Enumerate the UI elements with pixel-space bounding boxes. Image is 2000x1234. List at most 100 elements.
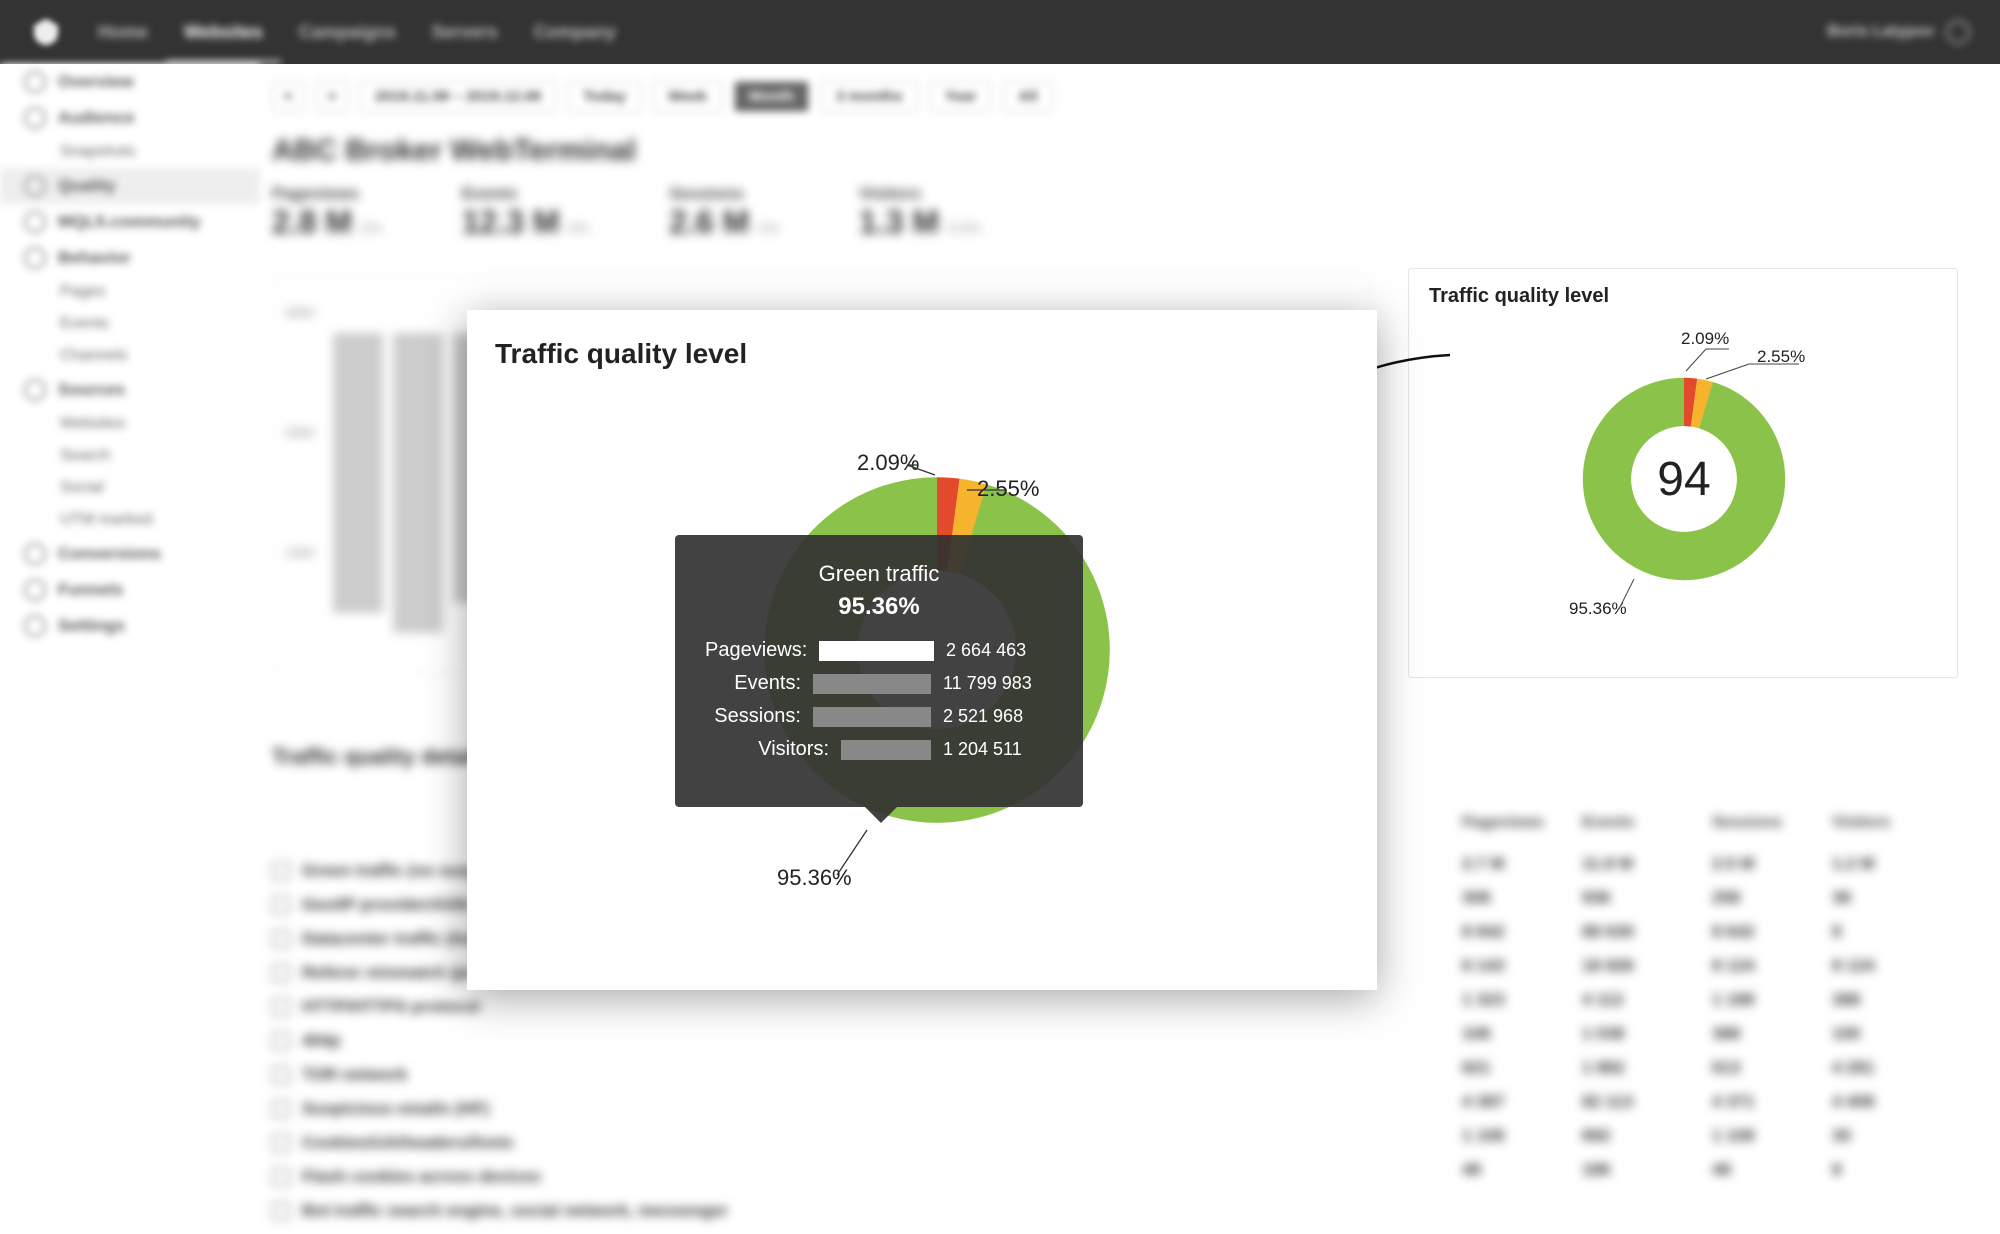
cell: 4 371 <box>1712 1092 1755 1112</box>
cell: 936 <box>1582 888 1610 908</box>
range-month[interactable]: Month <box>734 81 809 112</box>
next-button[interactable]: > <box>316 81 348 112</box>
sidebar-channels[interactable]: Channels <box>0 340 260 372</box>
table-row: Flash cookies across devices <box>272 1160 541 1194</box>
cell: 38 <box>1832 888 1851 908</box>
nav-websites[interactable]: Websites <box>166 0 281 64</box>
cell: 8 842 <box>1462 922 1505 942</box>
kpi-row: Pageviews2.8 M2% Events12.3 M4% Sessions… <box>272 184 981 241</box>
cell: 892 <box>1582 1126 1610 1146</box>
checkbox[interactable] <box>272 1066 290 1084</box>
user-menu[interactable]: Boris Latypov <box>1827 20 1970 44</box>
cell: 11.8 M <box>1582 854 1633 874</box>
sidebar-src-social[interactable]: Social <box>0 472 260 504</box>
sidebar-events[interactable]: Events <box>0 308 260 340</box>
th-sessions: Sessions <box>1712 814 1782 832</box>
cell: 4 408 <box>1832 1092 1875 1112</box>
kpi-visitors: Visitors1.3 M3.5% <box>859 184 981 241</box>
sidebar-quality[interactable]: Quality <box>0 168 260 204</box>
community-icon <box>24 211 46 233</box>
checkbox[interactable] <box>272 1032 290 1050</box>
sidebar-audience[interactable]: Audience <box>0 100 260 136</box>
user-name: Boris Latypov <box>1827 23 1934 41</box>
app-logo-icon <box>30 16 62 48</box>
cell: 18 826 <box>1582 956 1634 976</box>
cell: 8 <box>1832 1160 1841 1180</box>
cell: 8 124 <box>1712 956 1755 976</box>
sidebar-src-search[interactable]: Search <box>0 440 260 472</box>
sidebar-src-websites[interactable]: Websites <box>0 408 260 440</box>
date-toolbar: < > 2019.11.08 – 2019.12.08 Today Week M… <box>272 76 1053 116</box>
behavior-icon <box>24 247 46 269</box>
date-range[interactable]: 2019.11.08 – 2019.12.08 <box>360 81 556 112</box>
row-label: Bot traffic search engine, social networ… <box>302 1201 728 1221</box>
table-row: Cookies/UA/headers/fonts <box>272 1126 514 1160</box>
cell: 1 188 <box>1712 990 1755 1010</box>
range-year[interactable]: Year <box>930 81 992 112</box>
popup-label-green: 95.36% <box>777 865 852 891</box>
cell: 258 <box>1712 888 1740 908</box>
sidebar-settings[interactable]: Settings <box>0 608 260 644</box>
cell: 1.2 M <box>1832 854 1875 874</box>
sidebar-funnels[interactable]: Funnels <box>0 572 260 608</box>
tooltip-row-visitors: Visitors: 1 204 511 <box>705 738 1053 761</box>
row-label: Cookies/UA/headers/fonts <box>302 1133 514 1153</box>
checkbox[interactable] <box>272 1100 290 1118</box>
checkbox[interactable] <box>272 862 290 880</box>
range-today[interactable]: Today <box>568 81 641 112</box>
checkbox[interactable] <box>272 964 290 982</box>
prev-button[interactable]: < <box>272 81 304 112</box>
cell: 621 <box>1462 1058 1490 1078</box>
cell: 48 <box>1712 1160 1731 1180</box>
nav-servers[interactable]: Servers <box>414 0 516 64</box>
table-row: HTTP/HTTPS protocol <box>272 990 480 1024</box>
range-all[interactable]: All <box>1003 81 1052 112</box>
sidebar-conversions[interactable]: Conversions <box>0 536 260 572</box>
funnels-icon <box>24 579 46 601</box>
cell: 613 <box>1712 1058 1740 1078</box>
nav-home[interactable]: Home <box>80 0 166 64</box>
quality-icon <box>24 175 46 197</box>
nav-campaigns[interactable]: Campaigns <box>281 0 414 64</box>
sidebar-community[interactable]: MQL5.community <box>0 204 260 240</box>
checkbox[interactable] <box>272 896 290 914</box>
range-3months[interactable]: 3 months <box>821 81 918 112</box>
overview-icon <box>24 71 46 93</box>
cell: 4 387 <box>1462 1092 1505 1112</box>
user-avatar-icon <box>1946 20 1970 44</box>
cell: 1 038 <box>1582 1024 1625 1044</box>
nav-company[interactable]: Company <box>516 0 634 64</box>
checkbox[interactable] <box>272 930 290 948</box>
checkbox[interactable] <box>272 1168 290 1186</box>
range-week[interactable]: Week <box>653 81 722 112</box>
cell: 1 882 <box>1582 1058 1625 1078</box>
cell: 8 143 <box>1462 956 1505 976</box>
sidebar-snapshots[interactable]: Snapshots <box>0 136 260 168</box>
sidebar: Overview Audience Snapshots Quality MQL5… <box>0 64 260 1197</box>
card-title: Traffic quality level <box>1429 285 1609 308</box>
sidebar-pages[interactable]: Pages <box>0 276 260 308</box>
tooltip-row-events: Events: 11 799 983 <box>705 672 1053 695</box>
sidebar-behavior[interactable]: Behavior <box>0 240 260 276</box>
checkbox[interactable] <box>272 1202 290 1220</box>
cell: 4 281 <box>1832 1058 1875 1078</box>
topbar: Home Websites Campaigns Servers Company … <box>0 0 2000 64</box>
table-title: Traffic quality details <box>272 744 491 770</box>
traffic-quality-popup: Traffic quality level 2.09% 2.55% 95.36%… <box>467 310 1377 990</box>
kpi-sessions: Sessions2.6 M1% <box>669 184 779 241</box>
row-label: TOR network <box>302 1065 407 1085</box>
sidebar-overview[interactable]: Overview <box>0 64 260 100</box>
checkbox[interactable] <box>272 998 290 1016</box>
row-label: 404p <box>302 1031 341 1051</box>
checkbox[interactable] <box>272 1134 290 1152</box>
cell: 82 113 <box>1582 1092 1633 1112</box>
audience-icon <box>24 107 46 129</box>
sidebar-src-utm[interactable]: UTM marked <box>0 504 260 536</box>
cell: 8 124 <box>1832 956 1875 976</box>
cell: 388 <box>1832 990 1860 1010</box>
sidebar-sources[interactable]: Sources <box>0 372 260 408</box>
cell: 1 323 <box>1462 990 1505 1010</box>
cell: 1 108 <box>1712 1126 1755 1146</box>
popup-label-red: 2.09% <box>857 450 919 476</box>
top-nav: Home Websites Campaigns Servers Company <box>80 0 634 64</box>
